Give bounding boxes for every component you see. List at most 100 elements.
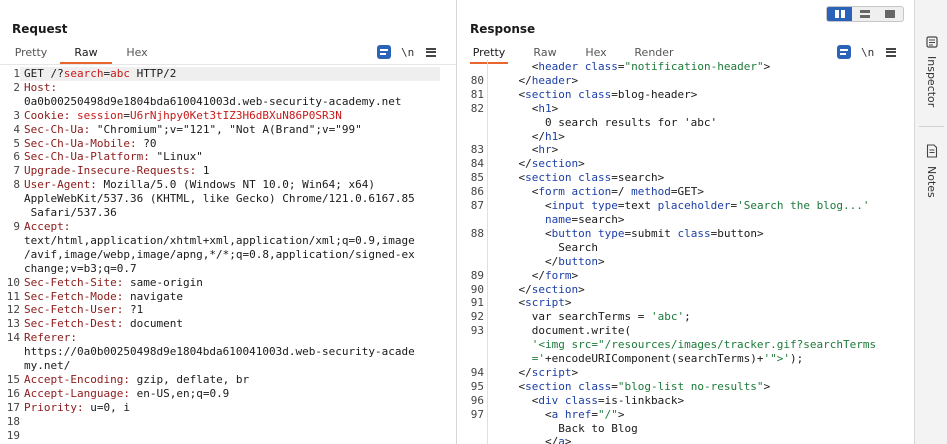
code-token: < <box>492 171 526 185</box>
word-wrap-icon[interactable] <box>377 45 391 59</box>
code-token: Sec-Fetch-User: <box>24 303 130 317</box>
code-text: </a> <box>484 435 904 444</box>
code-token: =GET> <box>670 185 704 199</box>
code-token: Priority: <box>24 400 91 414</box>
code-token: = <box>123 108 130 122</box>
layout-split-vertical-button[interactable] <box>852 7 877 21</box>
notes-tab[interactable]: Notes <box>915 144 947 198</box>
code-token: document.write( <box>492 324 632 338</box>
line-number: 97 <box>470 407 484 421</box>
menu-icon[interactable] <box>426 47 437 57</box>
response-editor[interactable]: <header class="notification-header"> 80 <… <box>458 60 914 444</box>
code-token: </ <box>492 435 559 444</box>
code-token: abc <box>110 67 130 80</box>
code-token: < <box>492 226 552 240</box>
code-token: div <box>538 393 559 407</box>
code-text: <section class=search> <box>484 171 904 185</box>
code-token: form <box>545 268 572 282</box>
code-token: </ <box>492 365 532 379</box>
response-code-line: 91 <script> <box>458 296 914 310</box>
word-wrap-icon[interactable] <box>837 45 851 59</box>
line-number <box>458 213 484 227</box>
request-code-line: 17 Priority: u=0, i <box>0 401 456 415</box>
request-code-line: 16 Accept-Language: en-US,en;q=0.9 <box>0 387 456 401</box>
response-code-line: 92 var searchTerms = 'abc'; <box>458 310 914 324</box>
code-token: section <box>531 282 579 296</box>
code-token: script <box>525 296 565 310</box>
response-code-line: </a> <box>458 435 914 444</box>
code-token: > <box>763 379 771 393</box>
line-number: 91 <box>470 296 484 310</box>
request-code-line: Safari/537.36 <box>0 206 456 220</box>
code-text: <header class="notification-header"> <box>484 60 904 74</box>
code-token: Host: <box>24 80 58 94</box>
code-token: hr <box>538 143 552 157</box>
response-code-line: </button> <box>458 255 914 269</box>
request-tab-raw[interactable]: Raw <box>60 44 112 64</box>
line-number: 95 <box>470 379 484 393</box>
response-code-line: 97 <a href="/"> <box>458 408 914 422</box>
request-code-line: 1 GET /?search=abc HTTP/2 <box>0 67 456 81</box>
line-number: 3 <box>13 108 20 122</box>
code-token: search <box>63 67 104 80</box>
code-token: ?1 <box>129 303 144 317</box>
code-token: =is-linkback> <box>598 393 685 407</box>
code-token: class <box>578 171 612 185</box>
code-text: <div class=is-linkback> <box>484 394 904 408</box>
code-token: User-Agent: <box>24 178 104 192</box>
code-token: =button> <box>710 226 764 240</box>
code-token: /avif,image/webp,image/apng,*/*;q=0.8,ap… <box>24 247 415 261</box>
code-token: action <box>571 185 612 199</box>
request-editor[interactable]: 1 GET /?search=abc HTTP/2 2 Host: 0a0b002504… <box>0 67 456 444</box>
line-number: 10 <box>6 275 20 289</box>
code-token: 1 <box>202 164 210 178</box>
request-tab-hex[interactable]: Hex <box>124 44 150 64</box>
line-number <box>458 241 484 255</box>
code-token: > <box>763 60 771 73</box>
code-text: </section> <box>484 283 904 297</box>
code-token: session <box>76 108 124 122</box>
newline-icon[interactable]: \n <box>861 46 874 59</box>
line-number: 11 <box>6 289 20 303</box>
code-token: < <box>492 379 526 393</box>
line-number: 15 <box>6 372 20 386</box>
line-number <box>458 435 484 444</box>
line-number: 89 <box>470 268 484 282</box>
code-text: Accept-Encoding: gzip, deflate, br <box>20 373 440 387</box>
request-title: Request <box>12 22 68 36</box>
response-title: Response <box>470 22 536 36</box>
request-tab-pretty[interactable]: Pretty <box>14 44 48 64</box>
code-token: </ <box>492 129 545 143</box>
request-code-line: AppleWebKit/537.36 (KHTML, like Gecko) C… <box>0 192 456 206</box>
code-text: </h1> <box>484 130 904 144</box>
code-token: '">' <box>763 352 791 366</box>
code-token: a <box>558 435 565 444</box>
inspector-tab[interactable]: Inspector <box>915 36 947 107</box>
code-token: input <box>551 199 585 213</box>
request-code-line: text/html,application/xhtml+xml,applicat… <box>0 234 456 248</box>
code-token: =submit <box>624 226 678 240</box>
response-code-line: 85 <section class=search> <box>458 171 914 185</box>
code-text: User-Agent: Mozilla/5.0 (Windows NT 10.0… <box>20 178 440 192</box>
code-text: <section class=blog-header> <box>484 88 904 102</box>
code-token: Cookie: <box>24 108 77 122</box>
layout-split-horizontal-button[interactable] <box>827 7 853 21</box>
line-number: 2 <box>13 80 20 94</box>
response-code-line: Search <box>458 241 914 255</box>
code-token: </ <box>492 254 559 268</box>
code-text: '<img src="/resources/images/tracker.gif… <box>484 338 904 352</box>
line-number <box>458 255 484 269</box>
code-token: "Chromium";v="121", "Not A(Brand";v="99" <box>96 122 362 136</box>
menu-icon[interactable] <box>886 47 897 57</box>
line-number <box>458 116 484 130</box>
code-token: > <box>597 254 605 268</box>
code-text: <a href="/"> <box>484 408 904 422</box>
newline-icon[interactable]: \n <box>401 46 414 59</box>
code-token: < <box>492 143 539 157</box>
layout-single-button[interactable] <box>878 7 903 21</box>
code-text: change;v=b3;q=0.7 <box>20 262 440 276</box>
request-code-line: 4 Sec-Ch-Ua: "Chromium";v="121", "Not A(B… <box>0 123 456 137</box>
response-code-line: Back to Blog <box>458 422 914 436</box>
